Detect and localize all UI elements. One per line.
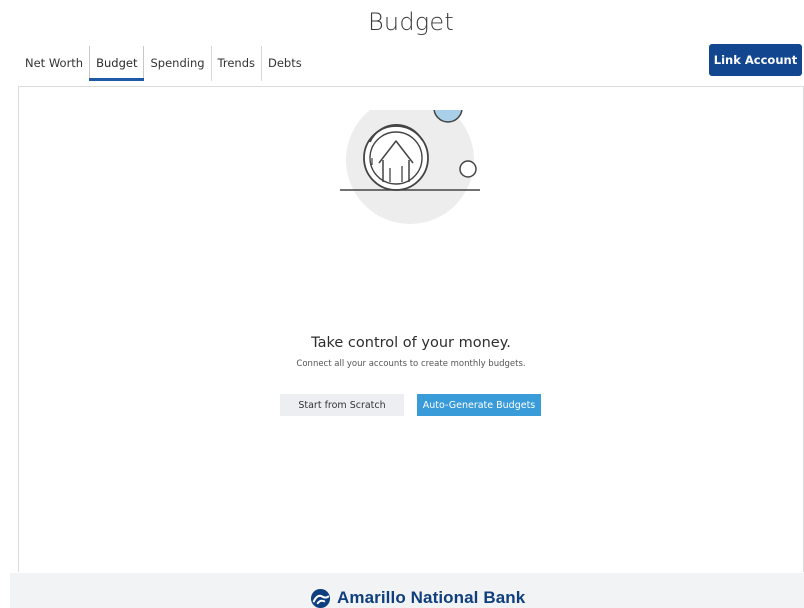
empty-state-headline: Take control of your money. bbox=[311, 335, 511, 351]
empty-state-subtext: Connect all your accounts to create mont… bbox=[296, 359, 526, 369]
footer-brand-name: Amarillo National Bank bbox=[337, 588, 526, 607]
footer: Amarillo National Bank bbox=[10, 573, 804, 608]
tab-trends[interactable]: Trends bbox=[210, 46, 261, 81]
house-in-coin-icon bbox=[340, 110, 480, 224]
tab-debts[interactable]: Debts bbox=[261, 46, 308, 81]
tab-budget[interactable]: Budget bbox=[89, 46, 145, 81]
start-from-scratch-button[interactable]: Start from Scratch bbox=[280, 394, 404, 416]
tab-spending[interactable]: Spending bbox=[144, 46, 210, 81]
tab-net-worth[interactable]: Net Worth bbox=[19, 46, 89, 81]
link-account-button[interactable]: Link Account bbox=[709, 44, 802, 76]
page-title: Budget bbox=[368, 8, 454, 36]
footer-brand[interactable]: Amarillo National Bank bbox=[310, 587, 525, 608]
tab-bar: Net Worth Budget Spending Trends Debts bbox=[19, 46, 308, 81]
auto-generate-budgets-button[interactable]: Auto-Generate Budgets bbox=[417, 394, 541, 416]
anb-logo-icon bbox=[310, 588, 331, 608]
